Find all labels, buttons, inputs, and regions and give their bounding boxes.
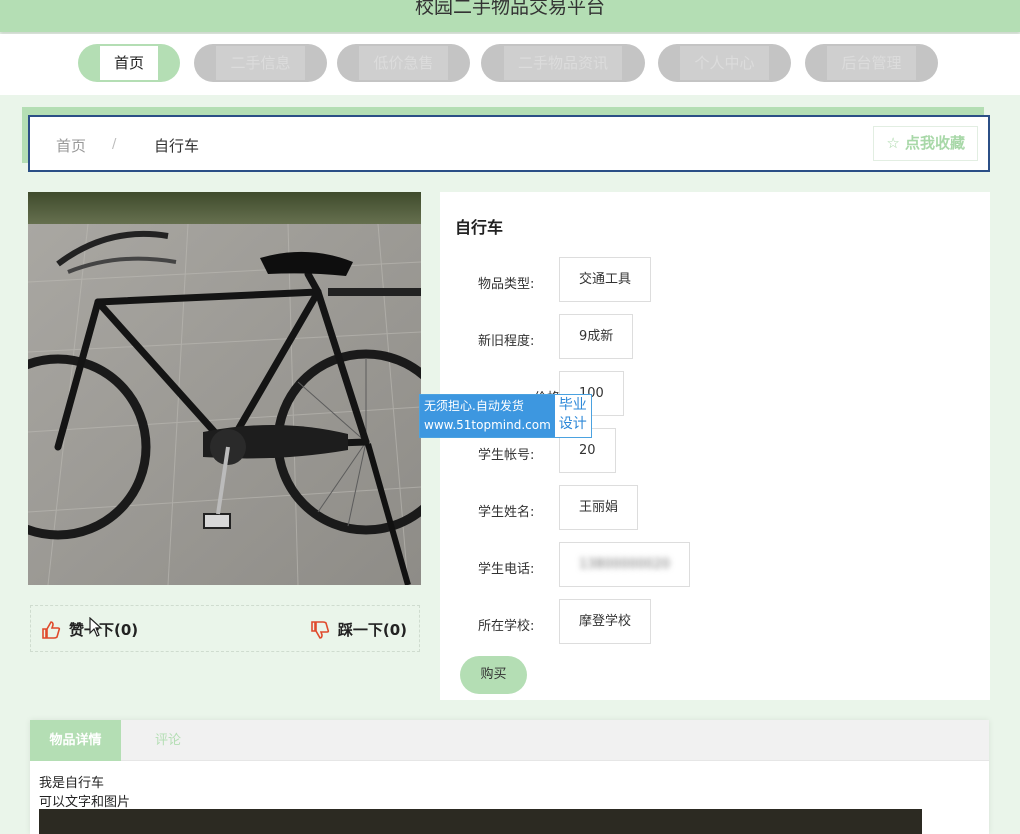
bicycle-photo-icon <box>28 192 421 585</box>
watermark-line1: 无须担心.自动发货 <box>424 399 524 413</box>
item-tabs-panel: 物品详情 评论 我是自行车 可以文字和图片 <box>30 720 989 834</box>
tab-item-detail[interactable]: 物品详情 <box>30 720 121 761</box>
nav-clearance-sale[interactable]: 低价急售 <box>337 44 470 82</box>
dislike-label: 踩一下(0) <box>337 621 407 639</box>
like-label: 赞一下(0) <box>69 621 139 639</box>
field-label-student-account: 学生帐号: <box>478 448 535 463</box>
nav-home-label: 首页 <box>99 46 158 80</box>
site-header: 校园二手物品交易平台 <box>0 0 1020 32</box>
tabs-header: 物品详情 评论 <box>30 720 989 761</box>
watermark-tag1: 毕业 <box>558 397 587 413</box>
description-line2: 可以文字和图片 <box>39 795 131 810</box>
field-label-category: 物品类型: <box>478 277 535 292</box>
product-image <box>28 192 421 585</box>
field-label-student-name: 学生姓名: <box>478 505 535 520</box>
item-detail-panel: 自行车 物品类型: 交通工具 新旧程度: 9成新 价格: 100 学生帐号: 2… <box>440 192 990 700</box>
field-label-student-phone: 学生电话: <box>478 562 535 577</box>
description-image <box>39 809 922 834</box>
field-label-school: 所在学校: <box>478 619 535 634</box>
favorite-button-label: ☆ 点我收藏 <box>886 134 965 152</box>
nav-secondhand-info-label: 二手信息 <box>216 46 305 80</box>
thumbs-up-icon <box>42 620 61 639</box>
nav-user-center[interactable]: 个人中心 <box>658 44 791 82</box>
mouse-cursor-icon <box>89 617 103 637</box>
thumbs-down-icon <box>311 620 329 639</box>
field-value-school: 摩登学校 <box>559 599 652 644</box>
nav-admin[interactable]: 后台管理 <box>805 44 938 82</box>
breadcrumb-home-link[interactable]: 首页 <box>56 135 86 156</box>
watermark-line2: www.51topmind.com <box>424 418 551 432</box>
breadcrumb-separator: / <box>112 137 117 152</box>
nav-clearance-sale-label: 低价急售 <box>359 46 448 80</box>
breadcrumb-current: 自行车 <box>154 137 200 155</box>
breadcrumb: 首页 / 自行车 ☆ 点我收藏 <box>28 115 990 172</box>
favorite-button[interactable]: ☆ 点我收藏 <box>873 126 978 161</box>
field-value-category: 交通工具 <box>559 257 652 302</box>
site-title: 校园二手物品交易平台 <box>414 0 605 18</box>
item-title: 自行车 <box>455 218 504 237</box>
nav-goods-news[interactable]: 二手物品资讯 <box>481 44 645 82</box>
nav-admin-label: 后台管理 <box>827 46 916 80</box>
description-line1: 我是自行车 <box>39 776 105 791</box>
watermark-tag2: 设计 <box>558 416 587 432</box>
field-value-student-name: 王丽娟 <box>559 485 639 530</box>
field-label-condition: 新旧程度: <box>478 334 535 349</box>
field-value-condition: 9成新 <box>559 314 634 359</box>
nav-secondhand-info[interactable]: 二手信息 <box>194 44 327 82</box>
nav-home[interactable]: 首页 <box>78 44 180 82</box>
watermark-text: 无须担心.自动发货 www.51topmind.com <box>420 395 555 437</box>
watermark-tag: 毕业 设计 <box>555 395 591 437</box>
field-value-student-phone: 13800000020 <box>559 542 690 587</box>
main-nav: 首页 二手信息 低价急售 二手物品资讯 个人中心 后台管理 <box>0 34 1020 95</box>
buy-button[interactable]: 购买 <box>460 656 527 694</box>
nav-user-center-label: 个人中心 <box>680 46 769 80</box>
dislike-button[interactable]: 踩一下(0) <box>310 619 407 640</box>
watermark-badge: 无须担心.自动发货 www.51topmind.com 毕业 设计 <box>419 394 592 438</box>
nav-goods-news-label: 二手物品资讯 <box>503 46 622 80</box>
tab-comments[interactable]: 评论 <box>138 720 198 761</box>
